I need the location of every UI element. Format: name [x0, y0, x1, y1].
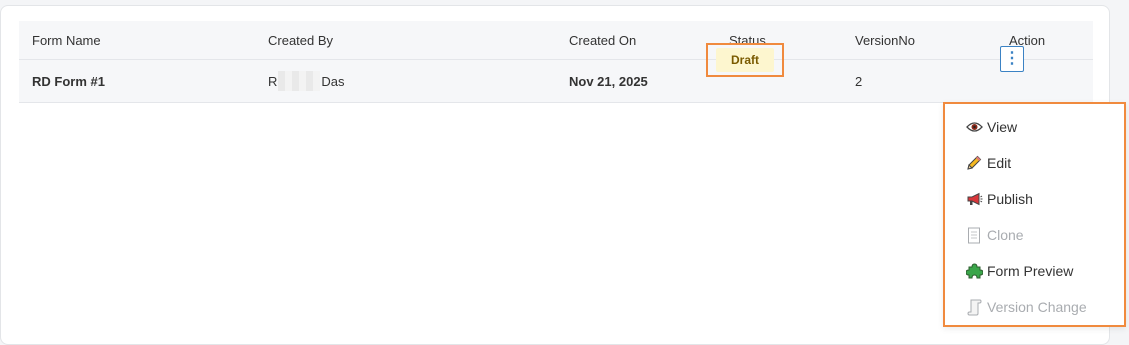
header-created-by[interactable]: Created By [268, 21, 333, 59]
menu-item-clone: Clone [965, 224, 1024, 246]
row-form-name: RD Form #1 [32, 73, 105, 89]
menu-item-label: Form Preview [987, 263, 1074, 279]
table-row: RD Form #1 R Das Nov 21, 2025 2 [19, 60, 1093, 103]
menu-item-label: Clone [987, 227, 1024, 243]
action-dropdown-menu: View Edit Publish Clone Form Preview Ver… [943, 102, 1126, 327]
menu-item-edit[interactable]: Edit [965, 152, 1011, 174]
eye-icon [965, 118, 983, 136]
status-badge: Draft [715, 48, 774, 72]
forms-table: Form Name Created By Created On Status V… [19, 21, 1093, 103]
row-created-on: Nov 21, 2025 [569, 73, 648, 89]
menu-item-version-change: Version Change [965, 296, 1087, 318]
menu-item-label: Publish [987, 191, 1033, 207]
scroll-icon [965, 298, 983, 316]
table-header-row: Form Name Created By Created On Status V… [19, 21, 1093, 60]
menu-item-view[interactable]: View [965, 116, 1017, 138]
menu-item-label: Version Change [987, 299, 1087, 315]
menu-item-label: Edit [987, 155, 1012, 171]
megaphone-icon [965, 190, 983, 208]
row-version-no: 2 [855, 73, 863, 89]
row-action-menu-button[interactable]: ⋮ [1000, 46, 1024, 72]
row-created-by: R Das [268, 60, 345, 102]
menu-item-publish[interactable]: Publish [965, 188, 1033, 210]
document-icon [965, 226, 983, 244]
header-created-on[interactable]: Created On [569, 21, 636, 59]
created-by-initial: R [268, 73, 278, 89]
menu-item-label: View [987, 119, 1018, 135]
vertical-ellipsis-icon: ⋮ [1004, 50, 1020, 67]
status-highlight: Draft [706, 43, 784, 77]
created-by-surname: Das [321, 73, 345, 89]
pencil-icon [965, 154, 983, 172]
header-form-name[interactable]: Form Name [32, 21, 101, 59]
menu-item-form-preview[interactable]: Form Preview [965, 260, 1073, 282]
puzzle-piece-icon [965, 262, 983, 280]
redacted-name-block [278, 71, 321, 91]
header-version-no[interactable]: VersionNo [855, 21, 915, 59]
